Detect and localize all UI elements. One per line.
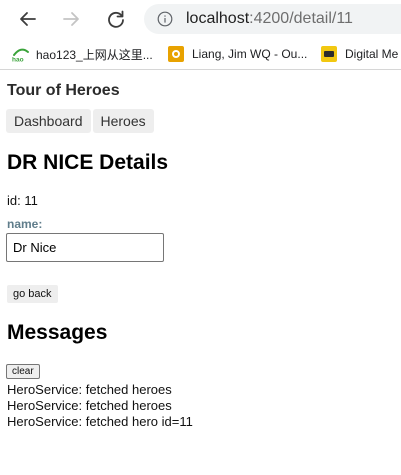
reload-icon (108, 10, 124, 28)
messages-title: Messages (7, 321, 108, 344)
hero-name-input[interactable] (6, 233, 164, 262)
back-button[interactable] (15, 6, 41, 32)
app-nav: Dashboard Heroes (6, 109, 154, 133)
address-bar[interactable]: localhost:4200/detail/11 (144, 4, 401, 34)
url-text: localhost:4200/detail/11 (186, 10, 353, 28)
go-back-button[interactable]: go back (7, 285, 58, 303)
arrow-left-icon (20, 12, 36, 26)
hero-details-title: DR NICE Details (7, 151, 169, 174)
forward-button[interactable] (58, 6, 84, 32)
url-path: :4200/detail/11 (249, 10, 353, 27)
bookmark-outlook[interactable]: Liang, Jim WQ - Ou... (168, 42, 307, 66)
message-item: HeroService: fetched heroes (7, 382, 172, 397)
bookmark-digital-me[interactable]: Digital Me (321, 42, 398, 66)
browser-toolbar: localhost:4200/detail/11 (0, 0, 401, 38)
hao123-icon: hao (12, 46, 29, 64)
nav-link-heroes[interactable]: Heroes (92, 109, 154, 133)
outlook-icon (168, 46, 184, 62)
reload-button[interactable] (103, 6, 129, 32)
hero-id: id: 11 (7, 193, 38, 208)
hero-name-label: name: (7, 217, 43, 231)
app-title: Tour of Heroes (7, 82, 120, 99)
bookmark-label: hao123_上网从这里... (36, 47, 153, 62)
bookmarks-bar: hao hao123_上网从这里... Liang, Jim WQ - Ou..… (0, 38, 401, 70)
message-item: HeroService: fetched heroes (7, 398, 172, 413)
bookmark-hao123[interactable]: hao hao123_上网从这里... (12, 42, 153, 66)
bookmark-label: Digital Me (345, 47, 399, 61)
nav-link-dashboard[interactable]: Dashboard (6, 109, 91, 133)
message-list: HeroService: fetched heroes HeroService:… (7, 382, 193, 430)
clear-messages-button[interactable]: clear (6, 364, 40, 379)
info-icon[interactable] (157, 11, 173, 27)
arrow-right-icon (63, 12, 79, 26)
bookmark-label: Liang, Jim WQ - Ou... (192, 47, 308, 61)
url-host: localhost (186, 10, 250, 27)
message-item: HeroService: fetched hero id=11 (7, 414, 193, 429)
svg-text:hao: hao (12, 57, 24, 63)
digital-media-icon (321, 46, 337, 62)
